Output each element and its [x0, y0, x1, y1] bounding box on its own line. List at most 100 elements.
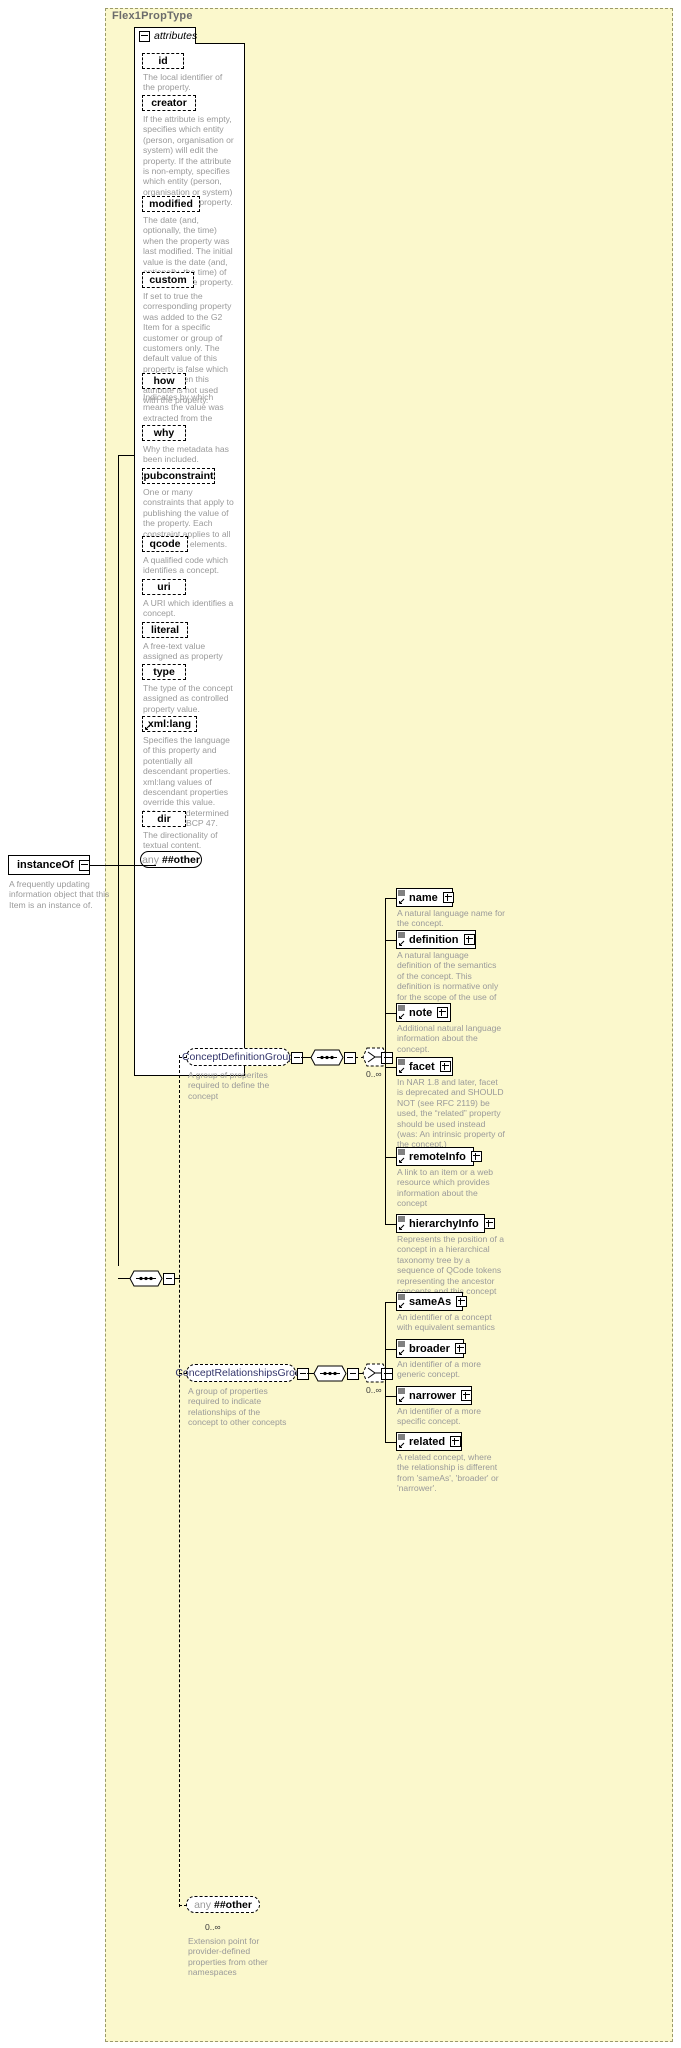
element-doc-name: A natural language name for the concept.	[397, 908, 505, 929]
attribute-label: modified	[149, 198, 193, 210]
element-node-note[interactable]: note	[396, 1003, 454, 1025]
element-node-definition[interactable]: definition	[396, 930, 479, 952]
element-node-related[interactable]: related	[396, 1432, 465, 1454]
element-doc-sameas: An identifier of a concept with equivale…	[397, 1312, 495, 1333]
attribute-label: pubconstraint	[143, 470, 214, 482]
attribute-node-how[interactable]: how	[142, 373, 188, 391]
sequence-collapse-icon-relationships[interactable]	[347, 1368, 359, 1380]
reference-arrow-icon	[145, 724, 151, 730]
choice-collapse-icon-definition[interactable]	[381, 1052, 393, 1064]
element-label: note	[409, 1006, 433, 1019]
attribute-node-qcode[interactable]: qcode	[142, 536, 190, 554]
attribute-label: creator	[151, 97, 187, 109]
attribute-node-uri[interactable]: uri	[142, 579, 188, 597]
sequence-collapse-icon-definition[interactable]	[344, 1052, 356, 1064]
sequence-collapse-icon[interactable]	[163, 1273, 175, 1285]
sequence-marker-icon	[398, 932, 405, 938]
element-node-narrower[interactable]: narrower	[396, 1386, 475, 1408]
group-label: ConceptDefinitionGroup	[181, 1051, 295, 1063]
sequence-compositor-main[interactable]	[129, 1270, 163, 1287]
connector-root-vertical-to-sequence	[118, 1278, 130, 1279]
attribute-label: id	[158, 55, 168, 67]
element-label: sameAs	[409, 1295, 452, 1308]
reference-arrow-icon	[399, 1349, 405, 1355]
element-node-broader[interactable]: broader	[396, 1339, 467, 1361]
sequence-compositor-definition[interactable]	[310, 1049, 344, 1066]
expand-icon[interactable]	[442, 892, 454, 903]
attribute-node-id[interactable]: id	[142, 53, 186, 71]
group-node-conceptrelationshipsgroup[interactable]: ConceptRelationshipsGroup	[175, 1364, 307, 1385]
attribute-label: xml:lang	[147, 718, 192, 730]
expand-icon[interactable]	[450, 1436, 462, 1447]
group-collapse-icon-relationships[interactable]	[297, 1368, 309, 1380]
expand-icon[interactable]	[437, 1007, 449, 1018]
cardinality-extension-any: 0..∞	[205, 1922, 221, 1932]
definition-elements-spine	[385, 898, 386, 1224]
element-node-name[interactable]: name	[396, 888, 456, 910]
element-doc-broader: An identifier of a more generic concept.	[397, 1359, 482, 1380]
sequence-marker-icon	[398, 1149, 405, 1155]
sequence-compositor-relationships[interactable]	[313, 1365, 347, 1382]
extension-any-node[interactable]: any ##other	[186, 1896, 263, 1916]
type-panel-title: Flex1PropType	[112, 10, 193, 22]
reference-arrow-icon	[399, 1302, 405, 1308]
attribute-node-custom[interactable]: custom	[142, 272, 196, 290]
group-label: ConceptRelationshipsGroup	[175, 1367, 307, 1379]
attribute-node-dir[interactable]: dir	[142, 811, 188, 829]
element-label: remoteInfo	[409, 1150, 466, 1163]
attribute-doc-dir: The directionality of textual content.	[143, 830, 218, 851]
attribute-node-why[interactable]: why	[142, 425, 188, 443]
attribute-label: literal	[150, 624, 179, 636]
collapse-icon[interactable]	[139, 30, 150, 42]
element-label: narrower	[409, 1389, 457, 1402]
attributes-tab[interactable]: attributes	[134, 27, 198, 44]
element-node-sameas[interactable]: sameAs	[396, 1292, 468, 1314]
element-doc-facet: In NAR 1.8 and later, facet is deprecate…	[397, 1077, 505, 1150]
attribute-label: dir	[157, 813, 171, 825]
attribute-doc-id: The local identifier of the property.	[143, 72, 223, 93]
attribute-node-creator[interactable]: creator	[142, 95, 198, 113]
cardinality-relationships-group: 0..∞	[366, 1385, 382, 1395]
expand-icon[interactable]	[470, 1151, 482, 1162]
attribute-node-modified[interactable]: modified	[142, 196, 202, 214]
relationship-elements-spine	[385, 1302, 386, 1442]
attribute-node-type[interactable]: type	[142, 664, 188, 682]
sequence-marker-icon	[398, 1341, 405, 1347]
group-node-conceptdefinitiongroup[interactable]: ConceptDefinitionGroup	[182, 1048, 294, 1069]
schema-diagram-canvas: Flex1PropType attributes id The local id…	[0, 0, 681, 2048]
attribute-node-literal[interactable]: literal	[142, 622, 190, 640]
reference-arrow-icon	[399, 898, 405, 904]
expand-icon[interactable]	[483, 1218, 495, 1229]
element-node-facet[interactable]: facet	[396, 1057, 456, 1079]
connector-attributes-to-box	[118, 455, 135, 456]
attribute-label: why	[153, 427, 175, 439]
element-doc-hierarchyinfo: Represents the position of a concept in …	[397, 1234, 505, 1297]
expand-icon[interactable]	[439, 1061, 451, 1072]
definition-choice-stub	[385, 1057, 392, 1058]
element-node-remoteinfo[interactable]: remoteInfo	[396, 1147, 482, 1169]
tree-spine-stub	[174, 1278, 180, 1279]
choice-collapse-icon-relationships[interactable]	[381, 1368, 393, 1380]
sequence-marker-icon	[398, 1216, 405, 1222]
reference-arrow-icon	[399, 1013, 405, 1019]
root-element-instanceof[interactable]: instanceOf	[8, 855, 93, 878]
expand-icon[interactable]	[461, 1390, 473, 1401]
collapse-icon[interactable]	[78, 859, 90, 871]
sequence-marker-icon	[398, 1388, 405, 1394]
tree-spine-main	[179, 1055, 180, 1907]
element-node-hierarchyinfo[interactable]: hierarchyInfo	[396, 1214, 495, 1236]
expand-icon[interactable]	[454, 1343, 466, 1354]
group-collapse-icon-definition[interactable]	[291, 1052, 303, 1064]
expand-icon[interactable]	[463, 934, 475, 945]
attribute-node-pubconstraint[interactable]: pubconstraint	[142, 468, 217, 486]
attribute-label: how	[153, 375, 175, 387]
element-label: facet	[409, 1060, 435, 1073]
attribute-node-xmllang[interactable]: xml:lang	[142, 716, 199, 734]
attributes-tab-label: attributes	[154, 30, 198, 42]
connector-attributes-vertical	[118, 455, 119, 1266]
attribute-doc-qcode: A qualified code which identifies a conc…	[143, 555, 229, 576]
expand-icon[interactable]	[456, 1296, 468, 1307]
group-doc-conceptrelationshipsgroup: A group of properties required to indica…	[188, 1386, 287, 1428]
any-namespace-label: ##other	[214, 1898, 252, 1911]
attribute-label: custom	[149, 274, 187, 286]
